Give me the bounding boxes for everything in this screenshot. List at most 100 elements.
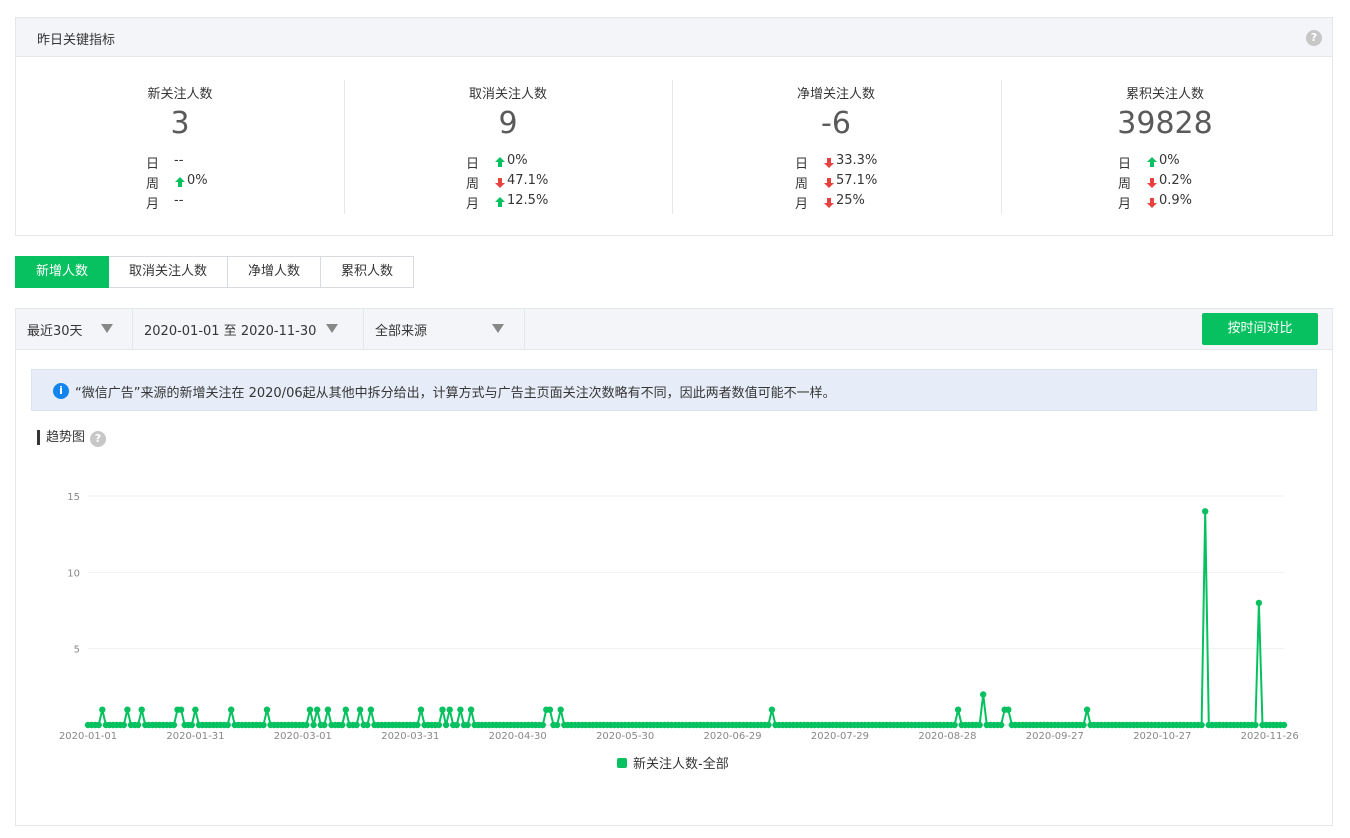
- key-metrics-panel: 昨日关键指标 ? 新关注人数 3 日 -- 周 0% 月 -- 取消关注人数 9 日 0% 周 47.1%…: [15, 17, 1333, 236]
- data-point: [120, 721, 128, 729]
- legend-label: 新关注人数-全部: [633, 756, 729, 772]
- x-tick-label: 2020-08-28: [918, 731, 976, 742]
- data-point: [321, 721, 328, 729]
- data-point: [435, 721, 443, 729]
- data-point: [310, 721, 317, 729]
- kpi-period: 周: [795, 177, 809, 192]
- tab-3[interactable]: 累积人数: [321, 256, 415, 288]
- data-point: [546, 706, 554, 713]
- kpi-label: 新关注人数: [147, 87, 213, 102]
- data-point: [439, 706, 446, 713]
- kpi-change-value: 0%: [187, 173, 208, 188]
- data-point: [1005, 706, 1012, 713]
- tab-2[interactable]: 净增人数: [228, 256, 322, 288]
- kpi-change-value: 12.5%: [507, 193, 549, 208]
- data-point: [367, 706, 375, 713]
- kpi-period: 周: [466, 177, 480, 192]
- data-point: [765, 721, 772, 729]
- data-point: [457, 706, 464, 713]
- kpi-value: 9: [498, 106, 518, 141]
- data-point: [951, 721, 958, 729]
- kpi-period: 周: [146, 177, 160, 192]
- arrow-up-icon: [495, 157, 505, 167]
- x-tick-label: 2020-07-29: [811, 731, 869, 742]
- data-point: [553, 721, 561, 729]
- data-point: [177, 706, 185, 713]
- kpi-change-value: 0%: [507, 153, 528, 168]
- data-point: [353, 721, 360, 729]
- kpi-change-row: 日 0%: [1118, 153, 1238, 173]
- kpi-change-value: --: [174, 153, 184, 168]
- kpi-change-value: 25%: [836, 193, 865, 208]
- arrow-down-icon: [1147, 198, 1157, 208]
- data-point: [417, 706, 425, 713]
- data-point: [1198, 721, 1205, 729]
- data-point: [1255, 599, 1263, 607]
- data-point: [414, 721, 421, 729]
- data-point: [446, 706, 453, 713]
- kpi-value: 3: [170, 106, 190, 141]
- arrow-down-icon: [824, 198, 834, 208]
- data-point: [954, 706, 962, 713]
- tab-1[interactable]: 取消关注人数: [109, 256, 229, 288]
- kpi-period: 日: [146, 157, 160, 172]
- kpi-period: 月: [146, 197, 160, 212]
- arrow-up-icon: [1147, 157, 1157, 167]
- metric-tabs: 新增人数 取消关注人数 净增人数 累积人数: [15, 256, 415, 288]
- kpi-change-row: 周 57.1%: [795, 173, 915, 193]
- data-point: [1202, 508, 1209, 515]
- x-tick-label: 2020-06-29: [703, 731, 761, 742]
- kpi-divider: [344, 80, 345, 214]
- kpi-change-row: 日 --: [146, 153, 266, 173]
- data-point: [768, 706, 776, 713]
- question-circle-icon[interactable]: ?: [1306, 30, 1322, 46]
- tab-0[interactable]: 新增人数: [15, 256, 110, 288]
- kpi-change-row: 周 47.1%: [466, 173, 586, 193]
- kpi-change-value: --: [174, 193, 184, 208]
- kpi-change-value: 33.3%: [836, 153, 878, 168]
- data-point: [442, 721, 450, 729]
- data-point: [228, 706, 235, 713]
- data-point: [95, 721, 102, 729]
- y-tick-label: 5: [74, 645, 80, 656]
- data-point: [557, 706, 564, 713]
- data-point: [263, 706, 271, 713]
- kpi-change-value: 0%: [1159, 153, 1180, 168]
- data-point: [170, 721, 178, 729]
- kpi-change-row: 周 0%: [146, 173, 266, 193]
- data-point: [980, 691, 987, 698]
- kpi-change-row: 月 --: [146, 193, 266, 213]
- x-tick-label: 2020-01-31: [166, 731, 224, 742]
- data-point: [453, 721, 460, 729]
- data-point: [1080, 721, 1087, 729]
- data-point: [467, 706, 475, 713]
- x-tick-label: 2020-03-01: [274, 731, 332, 742]
- data-point: [464, 721, 471, 729]
- arrow-down-icon: [824, 178, 834, 188]
- data-point: [124, 706, 131, 713]
- data-point: [138, 706, 145, 713]
- kpi-change-value: 0.2%: [1159, 173, 1193, 188]
- series-line: [88, 510, 1284, 726]
- key-metrics-header: 昨日关键指标 ?: [16, 18, 1332, 57]
- kpi-divider: [672, 80, 673, 214]
- x-tick-label: 2020-10-27: [1133, 731, 1191, 742]
- kpi-period: 日: [1118, 157, 1132, 172]
- kpi-change-row: 月 25%: [795, 193, 915, 213]
- arrow-up-icon: [175, 177, 185, 187]
- data-point: [224, 721, 231, 729]
- y-tick-label: 15: [67, 492, 80, 503]
- kpi-change-row: 日 0%: [466, 153, 586, 173]
- data-point: [192, 706, 199, 713]
- kpi-change-value: 47.1%: [507, 173, 549, 188]
- data-point: [1083, 706, 1091, 713]
- data-point: [997, 721, 1005, 729]
- data-point: [356, 706, 364, 713]
- kpi-period: 月: [466, 197, 480, 212]
- data-point: [976, 721, 983, 729]
- kpi-divider: [1001, 80, 1002, 214]
- data-point: [539, 721, 546, 729]
- data-point: [188, 721, 195, 729]
- kpi-change-row: 月 12.5%: [466, 193, 586, 213]
- kpi-change-row: 日 33.3%: [795, 153, 915, 173]
